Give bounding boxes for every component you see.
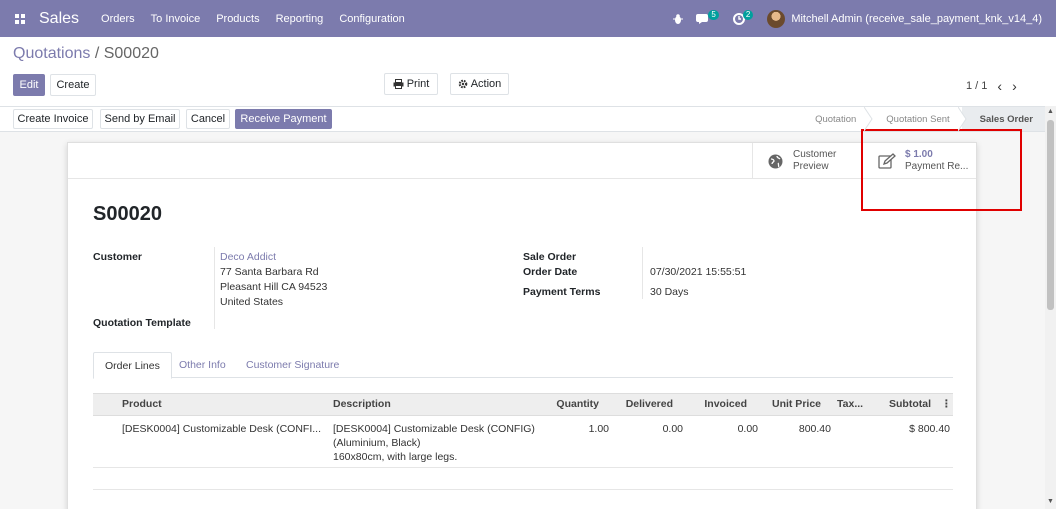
apps-menu-icon[interactable] (13, 12, 27, 26)
row-quantity: 1.00 (588, 423, 609, 435)
smart-button-box: Customer Preview $ 1.00 Payment Re... (68, 143, 976, 179)
breadcrumb-separator: / (90, 45, 104, 62)
order-date-label: Order Date (523, 266, 578, 278)
customer-address-line1: 77 Santa Barbara Rd (220, 266, 319, 278)
quotation-template-label: Quotation Template (93, 317, 191, 329)
table-header: Product Description Quantity Delivered I… (93, 393, 953, 416)
app-name[interactable]: Sales (39, 10, 79, 28)
debug-bug-icon[interactable] (672, 13, 684, 25)
print-button[interactable]: Print (384, 73, 438, 95)
menu-products[interactable]: Products (216, 13, 259, 25)
row-description-line2: (Aluminium, Black) (333, 437, 421, 449)
breadcrumb-current: S00020 (103, 45, 159, 62)
stage-quotation[interactable]: Quotation (805, 107, 873, 131)
stage-quotation-sent[interactable]: Quotation Sent (868, 107, 967, 131)
messages-button[interactable]: 5 (696, 9, 719, 25)
user-menu[interactable]: Mitchell Admin (receive_sale_payment_knk… (791, 13, 1042, 25)
status-bar: Quotation Quotation Sent Sales Order (805, 107, 1045, 131)
column-taxes[interactable]: Tax... (837, 394, 863, 415)
stage-quotation-sent-label: Quotation Sent (886, 113, 950, 125)
pager: 1 / 1 ‹ › (966, 78, 1017, 94)
menu-reporting[interactable]: Reporting (276, 13, 324, 25)
stage-arrow-icon (864, 107, 873, 131)
activities-count-badge: 2 (742, 9, 754, 20)
row-product: [DESK0004] Customizable Desk (CONFI... (122, 423, 321, 435)
payment-terms-label: Payment Terms (523, 286, 601, 298)
cancel-button[interactable]: Cancel (186, 109, 230, 129)
tab-other-info[interactable]: Other Info (168, 352, 237, 378)
globe-icon (765, 151, 785, 171)
main-menu: Orders To Invoice Products Reporting Con… (101, 13, 405, 25)
column-delivered[interactable]: Delivered (603, 394, 673, 415)
field-divider (214, 247, 215, 329)
menu-orders[interactable]: Orders (101, 13, 135, 25)
print-icon (393, 79, 404, 89)
scroll-up-icon[interactable]: ▲ (1047, 108, 1054, 116)
table-row[interactable]: [DESK0004] Customizable Desk (CONFI... [… (93, 416, 953, 468)
column-description[interactable]: Description (333, 394, 391, 415)
breadcrumb-quotations[interactable]: Quotations (13, 45, 90, 62)
menu-to-invoice[interactable]: To Invoice (151, 13, 201, 25)
receive-payment-button[interactable]: Receive Payment (235, 109, 332, 129)
customer-preview-button[interactable]: Customer Preview (752, 143, 862, 179)
pager-next-icon[interactable]: › (1012, 78, 1017, 94)
customer-preview-line2: Preview (793, 161, 829, 172)
print-label: Print (406, 78, 430, 90)
row-description-line3: 160x80cm, with large legs. (333, 451, 458, 463)
action-button[interactable]: Action (450, 73, 509, 95)
table-row-empty (93, 468, 953, 490)
create-invoice-button[interactable]: Create Invoice (13, 109, 93, 129)
user-avatar[interactable] (767, 9, 786, 28)
customer-address-line3: United States (220, 296, 284, 308)
scrollbar[interactable]: ▲ ▼ (1045, 106, 1056, 509)
column-unit-price[interactable]: Unit Price (751, 394, 821, 415)
scrollbar-thumb[interactable] (1047, 120, 1054, 310)
stage-arrow-icon (957, 107, 967, 131)
tab-customer-signature[interactable]: Customer Signature (235, 352, 350, 378)
tab-order-lines[interactable]: Order Lines (93, 352, 172, 379)
row-delivered: 0.00 (662, 423, 683, 435)
edit-button[interactable]: Edit (13, 74, 45, 96)
row-description-line1: [DESK0004] Customizable Desk (CONFIG) (333, 423, 535, 435)
order-name: S00020 (93, 203, 162, 225)
gear-icon (458, 79, 468, 89)
breadcrumb: Quotations / S00020 (13, 45, 159, 63)
payment-terms-value: 30 Days (650, 286, 689, 298)
pager-previous-icon[interactable]: ‹ (997, 78, 1002, 94)
menu-configuration[interactable]: Configuration (339, 13, 404, 25)
customer-link[interactable]: Deco Addict (220, 251, 276, 263)
column-subtotal[interactable]: Subtotal (869, 394, 931, 415)
customer-address-line2: Pleasant Hill CA 94523 (220, 281, 328, 293)
order-date-value: 07/30/2021 15:55:51 (650, 266, 747, 278)
top-navbar: Sales Orders To Invoice Products Reporti… (0, 0, 1056, 37)
row-subtotal: $ 800.40 (909, 423, 950, 435)
notebook-tabs: Order Lines Other Info Customer Signatur… (93, 352, 953, 379)
pager-value[interactable]: 1 / 1 (966, 80, 987, 92)
order-lines-table: Product Description Quantity Delivered I… (93, 393, 953, 490)
highlight-annotation (861, 129, 1022, 211)
column-options-icon[interactable]: ⋮ (941, 394, 952, 415)
row-unit-price: 800.40 (798, 423, 831, 435)
field-divider (642, 247, 643, 299)
messages-count-badge: 5 (708, 9, 719, 20)
create-button[interactable]: Create (50, 74, 96, 96)
sale-order-label: Sale Order (523, 251, 577, 263)
form-sheet: Customer Preview $ 1.00 Payment Re... S0… (67, 142, 977, 509)
customer-label: Customer (93, 251, 143, 263)
systray: 5 2 Mitchell Admin (receive_sale_payment… (672, 9, 1042, 28)
stage-sales-order-label: Sales Order (979, 113, 1033, 125)
activities-button[interactable]: 2 (732, 9, 754, 25)
action-label: Action (470, 78, 502, 90)
scroll-down-icon[interactable]: ▼ (1047, 498, 1054, 506)
row-invoiced: 0.00 (737, 423, 758, 435)
stage-quotation-label: Quotation (815, 113, 857, 125)
send-by-email-button[interactable]: Send by Email (100, 109, 180, 129)
column-invoiced[interactable]: Invoiced (677, 394, 747, 415)
column-product[interactable]: Product (122, 394, 162, 415)
stage-sales-order[interactable]: Sales Order (961, 107, 1045, 131)
column-quantity[interactable]: Quantity (523, 394, 599, 415)
customer-preview-line1: Customer (793, 149, 837, 160)
